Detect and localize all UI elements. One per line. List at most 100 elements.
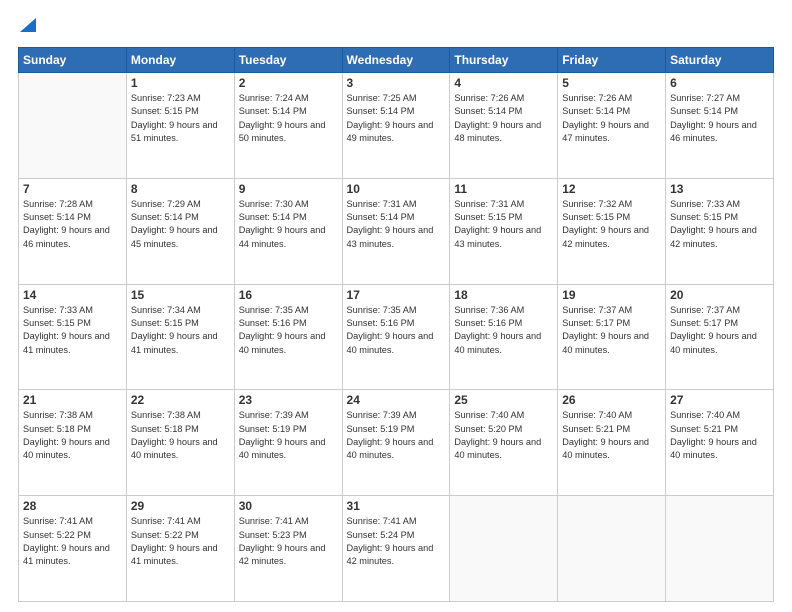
calendar-week-row: 28 Sunrise: 7:41 AM Sunset: 5:22 PM Dayl… (19, 496, 774, 602)
day-info: Sunrise: 7:41 AM Sunset: 5:23 PM Dayligh… (239, 516, 326, 566)
calendar-cell: 19 Sunrise: 7:37 AM Sunset: 5:17 PM Dayl… (558, 284, 666, 390)
day-info: Sunrise: 7:29 AM Sunset: 5:14 PM Dayligh… (131, 199, 218, 249)
calendar-cell: 10 Sunrise: 7:31 AM Sunset: 5:14 PM Dayl… (342, 178, 450, 284)
calendar-cell: 13 Sunrise: 7:33 AM Sunset: 5:15 PM Dayl… (666, 178, 774, 284)
calendar-cell: 21 Sunrise: 7:38 AM Sunset: 5:18 PM Dayl… (19, 390, 127, 496)
calendar-cell: 7 Sunrise: 7:28 AM Sunset: 5:14 PM Dayli… (19, 178, 127, 284)
day-info: Sunrise: 7:26 AM Sunset: 5:14 PM Dayligh… (454, 93, 541, 143)
day-info: Sunrise: 7:23 AM Sunset: 5:15 PM Dayligh… (131, 93, 218, 143)
day-number: 3 (347, 76, 446, 90)
day-number: 2 (239, 76, 338, 90)
header (18, 18, 774, 37)
day-info: Sunrise: 7:35 AM Sunset: 5:16 PM Dayligh… (239, 305, 326, 355)
day-number: 6 (670, 76, 769, 90)
day-info: Sunrise: 7:26 AM Sunset: 5:14 PM Dayligh… (562, 93, 649, 143)
calendar-cell: 14 Sunrise: 7:33 AM Sunset: 5:15 PM Dayl… (19, 284, 127, 390)
day-number: 29 (131, 499, 230, 513)
day-number: 14 (23, 288, 122, 302)
day-info: Sunrise: 7:37 AM Sunset: 5:17 PM Dayligh… (562, 305, 649, 355)
calendar-cell: 23 Sunrise: 7:39 AM Sunset: 5:19 PM Dayl… (234, 390, 342, 496)
calendar-cell: 31 Sunrise: 7:41 AM Sunset: 5:24 PM Dayl… (342, 496, 450, 602)
calendar-week-row: 14 Sunrise: 7:33 AM Sunset: 5:15 PM Dayl… (19, 284, 774, 390)
calendar-day-header: Friday (558, 48, 666, 73)
day-number: 4 (454, 76, 553, 90)
day-number: 7 (23, 182, 122, 196)
calendar-cell: 30 Sunrise: 7:41 AM Sunset: 5:23 PM Dayl… (234, 496, 342, 602)
day-info: Sunrise: 7:30 AM Sunset: 5:14 PM Dayligh… (239, 199, 326, 249)
calendar-week-row: 21 Sunrise: 7:38 AM Sunset: 5:18 PM Dayl… (19, 390, 774, 496)
day-info: Sunrise: 7:27 AM Sunset: 5:14 PM Dayligh… (670, 93, 757, 143)
day-info: Sunrise: 7:41 AM Sunset: 5:24 PM Dayligh… (347, 516, 434, 566)
calendar-day-header: Thursday (450, 48, 558, 73)
day-info: Sunrise: 7:36 AM Sunset: 5:16 PM Dayligh… (454, 305, 541, 355)
day-number: 10 (347, 182, 446, 196)
calendar-cell: 24 Sunrise: 7:39 AM Sunset: 5:19 PM Dayl… (342, 390, 450, 496)
calendar-day-header: Wednesday (342, 48, 450, 73)
day-number: 23 (239, 393, 338, 407)
day-number: 26 (562, 393, 661, 407)
calendar-cell: 27 Sunrise: 7:40 AM Sunset: 5:21 PM Dayl… (666, 390, 774, 496)
day-info: Sunrise: 7:34 AM Sunset: 5:15 PM Dayligh… (131, 305, 218, 355)
day-info: Sunrise: 7:40 AM Sunset: 5:21 PM Dayligh… (562, 410, 649, 460)
day-number: 31 (347, 499, 446, 513)
calendar-table: SundayMondayTuesdayWednesdayThursdayFrid… (18, 47, 774, 602)
calendar-cell (666, 496, 774, 602)
calendar-cell: 5 Sunrise: 7:26 AM Sunset: 5:14 PM Dayli… (558, 73, 666, 179)
day-number: 5 (562, 76, 661, 90)
calendar-cell: 25 Sunrise: 7:40 AM Sunset: 5:20 PM Dayl… (450, 390, 558, 496)
calendar-week-row: 1 Sunrise: 7:23 AM Sunset: 5:15 PM Dayli… (19, 73, 774, 179)
day-info: Sunrise: 7:33 AM Sunset: 5:15 PM Dayligh… (23, 305, 110, 355)
calendar-day-header: Monday (126, 48, 234, 73)
calendar-cell: 22 Sunrise: 7:38 AM Sunset: 5:18 PM Dayl… (126, 390, 234, 496)
day-number: 12 (562, 182, 661, 196)
day-info: Sunrise: 7:31 AM Sunset: 5:15 PM Dayligh… (454, 199, 541, 249)
calendar-week-row: 7 Sunrise: 7:28 AM Sunset: 5:14 PM Dayli… (19, 178, 774, 284)
calendar-cell: 4 Sunrise: 7:26 AM Sunset: 5:14 PM Dayli… (450, 73, 558, 179)
day-info: Sunrise: 7:41 AM Sunset: 5:22 PM Dayligh… (23, 516, 110, 566)
calendar-cell (19, 73, 127, 179)
day-info: Sunrise: 7:28 AM Sunset: 5:14 PM Dayligh… (23, 199, 110, 249)
calendar-cell: 16 Sunrise: 7:35 AM Sunset: 5:16 PM Dayl… (234, 284, 342, 390)
day-number: 17 (347, 288, 446, 302)
logo (18, 18, 36, 37)
day-info: Sunrise: 7:41 AM Sunset: 5:22 PM Dayligh… (131, 516, 218, 566)
page: SundayMondayTuesdayWednesdayThursdayFrid… (0, 0, 792, 612)
calendar-cell (450, 496, 558, 602)
day-number: 20 (670, 288, 769, 302)
day-info: Sunrise: 7:25 AM Sunset: 5:14 PM Dayligh… (347, 93, 434, 143)
day-info: Sunrise: 7:24 AM Sunset: 5:14 PM Dayligh… (239, 93, 326, 143)
logo-triangle-icon (20, 18, 36, 32)
calendar-cell: 6 Sunrise: 7:27 AM Sunset: 5:14 PM Dayli… (666, 73, 774, 179)
calendar-cell: 28 Sunrise: 7:41 AM Sunset: 5:22 PM Dayl… (19, 496, 127, 602)
day-number: 11 (454, 182, 553, 196)
day-number: 28 (23, 499, 122, 513)
day-number: 15 (131, 288, 230, 302)
day-number: 1 (131, 76, 230, 90)
calendar-cell: 2 Sunrise: 7:24 AM Sunset: 5:14 PM Dayli… (234, 73, 342, 179)
calendar-cell (558, 496, 666, 602)
day-number: 21 (23, 393, 122, 407)
calendar-cell: 15 Sunrise: 7:34 AM Sunset: 5:15 PM Dayl… (126, 284, 234, 390)
day-number: 18 (454, 288, 553, 302)
calendar-day-header: Tuesday (234, 48, 342, 73)
day-info: Sunrise: 7:40 AM Sunset: 5:21 PM Dayligh… (670, 410, 757, 460)
calendar-cell: 11 Sunrise: 7:31 AM Sunset: 5:15 PM Dayl… (450, 178, 558, 284)
day-number: 30 (239, 499, 338, 513)
day-info: Sunrise: 7:39 AM Sunset: 5:19 PM Dayligh… (239, 410, 326, 460)
calendar-day-header: Saturday (666, 48, 774, 73)
day-number: 27 (670, 393, 769, 407)
day-number: 16 (239, 288, 338, 302)
calendar-cell: 29 Sunrise: 7:41 AM Sunset: 5:22 PM Dayl… (126, 496, 234, 602)
day-info: Sunrise: 7:40 AM Sunset: 5:20 PM Dayligh… (454, 410, 541, 460)
calendar-cell: 3 Sunrise: 7:25 AM Sunset: 5:14 PM Dayli… (342, 73, 450, 179)
day-info: Sunrise: 7:33 AM Sunset: 5:15 PM Dayligh… (670, 199, 757, 249)
calendar-cell: 18 Sunrise: 7:36 AM Sunset: 5:16 PM Dayl… (450, 284, 558, 390)
day-number: 25 (454, 393, 553, 407)
day-info: Sunrise: 7:37 AM Sunset: 5:17 PM Dayligh… (670, 305, 757, 355)
day-number: 9 (239, 182, 338, 196)
calendar-cell: 17 Sunrise: 7:35 AM Sunset: 5:16 PM Dayl… (342, 284, 450, 390)
day-info: Sunrise: 7:31 AM Sunset: 5:14 PM Dayligh… (347, 199, 434, 249)
day-number: 8 (131, 182, 230, 196)
calendar-cell: 20 Sunrise: 7:37 AM Sunset: 5:17 PM Dayl… (666, 284, 774, 390)
day-number: 22 (131, 393, 230, 407)
